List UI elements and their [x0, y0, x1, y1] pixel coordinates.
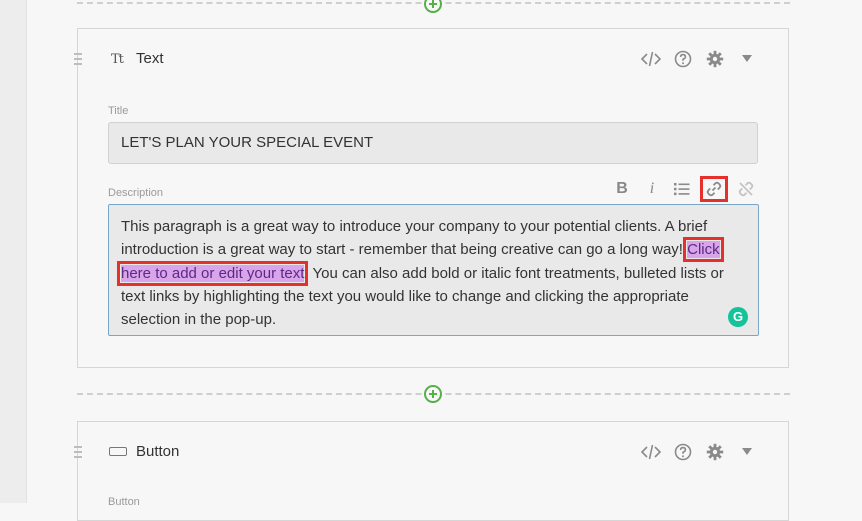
drag-handle-icon[interactable]	[74, 53, 82, 67]
description-text-before: This paragraph is a great way to introdu…	[121, 218, 708, 259]
code-icon[interactable]	[640, 442, 662, 462]
description-label: Description	[108, 187, 164, 199]
title-input[interactable]: LET'S PLAN YOUR SPECIAL EVENT	[108, 122, 758, 164]
drag-handle-icon[interactable]	[74, 446, 82, 460]
left-sidebar-strip	[0, 0, 27, 503]
add-block-icon[interactable]	[424, 385, 442, 403]
text-type-icon: Tt	[111, 52, 124, 67]
caret-down-icon[interactable]	[736, 49, 758, 69]
button-field-label: Button	[108, 496, 140, 508]
gear-icon[interactable]	[704, 49, 726, 69]
italic-icon[interactable]: i	[640, 177, 664, 201]
description-editor[interactable]: This paragraph is a great way to introdu…	[108, 204, 759, 336]
title-label: Title	[108, 105, 129, 117]
code-icon[interactable]	[640, 49, 662, 69]
add-block-icon[interactable]	[424, 0, 442, 13]
grammarly-icon[interactable]: G	[728, 307, 748, 327]
button-type-icon	[109, 447, 127, 456]
block-tools	[640, 49, 758, 69]
help-icon[interactable]	[672, 49, 694, 69]
editor-toolbar: B i	[610, 176, 758, 202]
bullet-list-icon[interactable]	[670, 177, 694, 201]
block-tools	[640, 442, 758, 462]
gear-icon[interactable]	[704, 442, 726, 462]
block-title: Button	[136, 443, 180, 460]
button-block-panel: Button Button	[74, 421, 789, 521]
help-icon[interactable]	[672, 442, 694, 462]
caret-down-icon[interactable]	[736, 442, 758, 462]
text-block-panel: Tt Text Title LET'S PLAN YOUR SPECIAL EV…	[74, 28, 789, 368]
unlink-icon[interactable]	[734, 177, 758, 201]
link-icon[interactable]	[700, 176, 728, 202]
bold-icon[interactable]: B	[610, 177, 634, 201]
block-title: Text	[136, 50, 164, 67]
